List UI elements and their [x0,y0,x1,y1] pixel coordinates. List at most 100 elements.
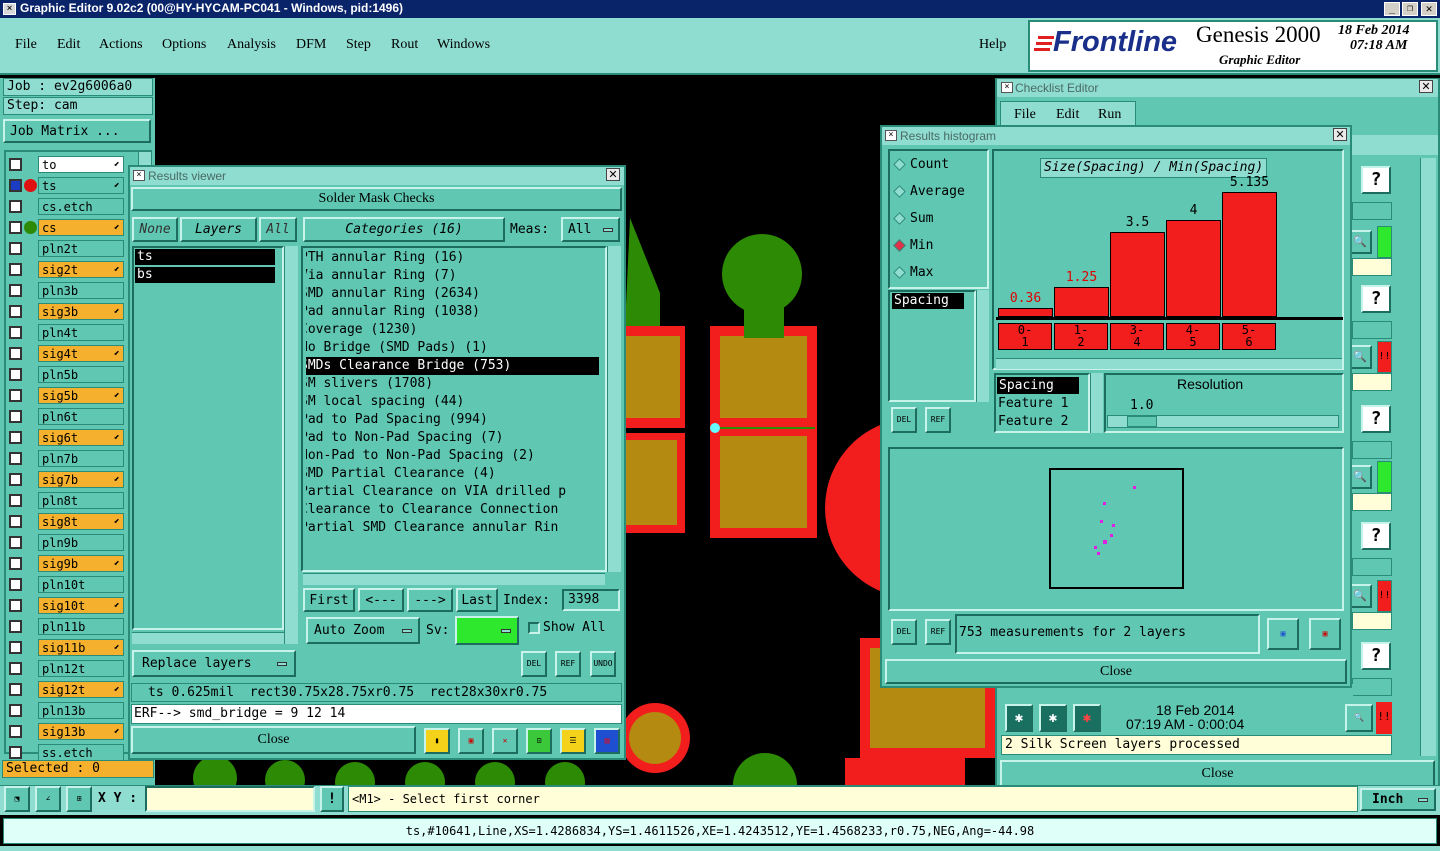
checklist-menu-file[interactable]: File [1014,107,1036,123]
category-item[interactable]: Partial SMD Clearance annular Rin [306,519,599,537]
units-dropdown[interactable]: Inch [1360,788,1436,811]
layer-row[interactable]: pln8t [7,491,124,510]
layer-checkbox[interactable] [9,662,22,675]
layer-name[interactable]: sig10t ⬋ [38,597,124,614]
layer-checkbox[interactable] [9,221,22,234]
layer-row[interactable]: pln4t [7,323,124,342]
layer-checkbox[interactable] [9,473,22,486]
help-icon[interactable]: ? [1361,642,1391,670]
results-viewer-close-icon[interactable]: ✕ [606,168,620,181]
layer-row[interactable]: pln2t [7,239,124,258]
field-choice-feature1[interactable]: Feature 1 [998,396,1068,411]
prev-button[interactable]: <--- [358,588,404,612]
sv-color-dropdown[interactable] [455,616,519,645]
show-all-checkbox[interactable] [528,622,540,634]
del-icon[interactable]: DEL [521,651,547,677]
layer-row[interactable]: ts ⬋ [7,176,124,195]
help-icon[interactable]: ? [1361,405,1391,433]
layer-checkbox[interactable] [9,284,22,297]
bin-label[interactable]: 1- 2 [1054,323,1108,350]
bin-label[interactable]: 3- 4 [1110,323,1164,350]
layer-name[interactable]: cs ⬋ [38,219,124,236]
categories-hscrollbar[interactable] [303,573,605,585]
layer-name[interactable]: pln4t [38,324,124,341]
mode-radio-sum[interactable]: Sum [893,211,933,226]
no-pad-icon[interactable]: ✕ [492,728,518,754]
index-field[interactable]: 3398 [562,589,620,611]
measure-icon[interactable]: ∠ [35,786,61,812]
auto-zoom-dropdown[interactable]: Auto Zoom [306,617,420,644]
category-item[interactable]: Pad to Non-Pad Spacing (7) [306,429,599,447]
checklist-scrollbar[interactable] [1420,158,1436,756]
layer-name[interactable]: pln10t [38,576,124,593]
mode-radio-max[interactable]: Max [893,265,933,280]
checklist-menu-run[interactable]: Run [1098,107,1121,123]
layer-checkbox[interactable] [9,410,22,423]
mode-radio-average[interactable]: Average [893,184,965,199]
layer-name[interactable]: sig8t ⬋ [38,513,124,530]
help-icon[interactable]: ? [1361,285,1391,313]
layer-checkbox[interactable] [9,158,22,171]
replace-layers-dropdown[interactable]: Replace layers [132,650,296,677]
minimize-button[interactable]: _ [1384,2,1400,16]
layers-hscrollbar[interactable] [132,632,284,644]
layer-name[interactable]: pln7b [38,450,124,467]
chart-zoom-icon[interactable]: ▣ [1267,618,1299,650]
histogram-bar[interactable] [1054,287,1109,317]
category-item[interactable]: PTH annular Ring (16) [306,249,599,267]
layer-name[interactable]: pln13b [38,702,124,719]
snapshot-icon[interactable]: ▣ [458,728,484,754]
undo-icon[interactable]: UNDO [590,651,616,677]
layer-name[interactable]: pln5b [38,366,124,383]
layer-checkbox[interactable] [9,347,22,360]
layer-name[interactable]: to ⬋ [38,156,124,173]
layer-checkbox[interactable] [9,494,22,507]
category-item[interactable]: SMD Partial Clearance (4) [306,465,599,483]
none-button[interactable]: None [132,217,178,242]
layer-name[interactable]: pln6t [38,408,124,425]
layer-checkbox[interactable] [9,179,22,192]
layers-scrollbar[interactable] [284,246,298,644]
all-layers-button[interactable]: All [259,217,297,242]
category-item[interactable]: SM local spacing (44) [306,393,599,411]
layer-row[interactable]: pln3b [7,281,124,300]
layer-item-ts[interactable]: ts [135,249,275,265]
layer-row[interactable]: pln6t [7,407,124,426]
preview-del-icon[interactable]: DEL [891,619,917,645]
layer-row[interactable]: sig8t ⬋ [7,512,124,531]
last-button[interactable]: Last [456,588,498,612]
layers-listbox[interactable] [132,246,284,630]
layer-name[interactable]: pln12t [38,660,124,677]
layer-row[interactable]: sig4t ⬋ [7,344,124,363]
layer-row[interactable]: pln11b [7,617,124,636]
field-choice-scrollbar[interactable] [1090,373,1103,433]
layers-button[interactable]: Layers [180,217,257,242]
category-item[interactable]: Coverage (1230) [306,321,599,339]
step-icon[interactable]: ⊡ [526,728,552,754]
menu-rout[interactable]: Rout [391,37,418,53]
layer-name[interactable]: sig3b ⬋ [38,303,124,320]
menu-windows[interactable]: Windows [437,37,490,53]
help-icon[interactable]: ? [1361,166,1391,194]
layer-row[interactable]: cs.etch [7,197,124,216]
category-item[interactable]: Pad to Pad Spacing (994) [306,411,599,429]
meas-dropdown[interactable]: All [561,217,620,242]
preview-ref-icon[interactable]: REF [925,619,951,645]
run-all-icon[interactable]: ✱ [1039,704,1067,732]
histogram-bar[interactable] [1222,192,1277,317]
layer-checkbox[interactable] [9,599,22,612]
bin-label[interactable]: 0- 1 [998,323,1052,350]
layer-checkbox[interactable] [9,641,22,654]
menu-dfm[interactable]: DFM [296,37,326,53]
window-menu-icon[interactable]: ⨯ [133,170,145,181]
layer-checkbox[interactable] [9,746,22,759]
window-menu-icon[interactable]: ⨯ [1001,82,1013,93]
layer-name[interactable]: pln2t [38,240,124,257]
layer-checkbox[interactable] [9,578,22,591]
histogram-ref-icon[interactable]: REF [925,407,951,433]
first-button[interactable]: First [303,588,355,612]
close-window-button[interactable]: ✕ [1421,2,1437,16]
histogram-bar[interactable] [998,308,1053,317]
chart-hscrollbar[interactable] [996,358,1342,369]
layer-row[interactable]: sig6t ⬋ [7,428,124,447]
